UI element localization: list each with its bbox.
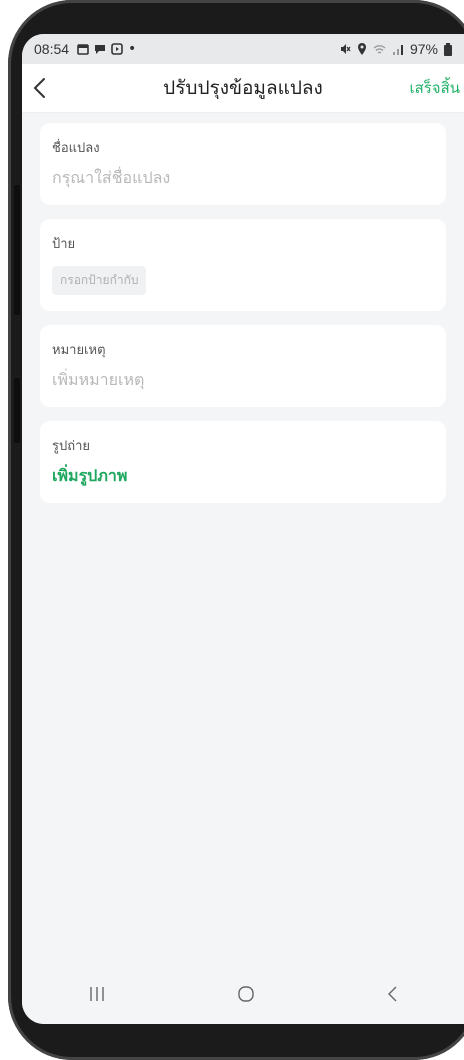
status-right: 97% xyxy=(339,41,452,57)
location-icon xyxy=(357,43,366,55)
recent-apps-icon[interactable] xyxy=(87,985,107,1003)
battery-percent: 97% xyxy=(409,41,438,57)
page-title: ปรับปรุงข้อมูลแปลง xyxy=(163,77,323,99)
calendar-icon xyxy=(77,44,89,55)
battery-icon xyxy=(444,42,452,56)
plot-name-label: ชื่อแปลง xyxy=(52,141,100,156)
volume-button xyxy=(14,185,20,315)
back-icon[interactable] xyxy=(385,984,399,1004)
photo-label: รูปถ่าย xyxy=(52,439,91,454)
form-content: ชื่อแปลง กรุณาใส่ชื่อแปลง ป้าย กรอกป้ายก… xyxy=(22,113,464,503)
signal-icon xyxy=(392,44,403,55)
status-notification-icons: • xyxy=(77,41,136,57)
note-input[interactable]: เพิ่มหมายเหตุ xyxy=(52,368,434,393)
more-dot-icon: • xyxy=(128,41,137,57)
wifi-icon xyxy=(373,44,386,54)
chat-icon xyxy=(95,45,106,54)
status-bar: 08:54 • 97% xyxy=(22,34,464,64)
power-button xyxy=(14,378,20,443)
tag-label: ป้าย xyxy=(52,237,76,252)
photo-card: รูปถ่าย เพิ่มรูปภาพ xyxy=(40,421,446,503)
media-icon xyxy=(111,43,123,55)
mute-icon xyxy=(340,44,351,54)
done-button[interactable]: เสร็จสิ้น xyxy=(409,76,464,100)
navigation-bar: ปรับปรุงข้อมูลแปลง เสร็จสิ้น xyxy=(22,64,464,113)
back-button[interactable] xyxy=(22,77,62,99)
status-time: 08:54 xyxy=(34,41,70,57)
app-screen: 08:54 • 97% ปรับปรุงข้อมูลแปลง เสร็จสิ้น… xyxy=(22,34,464,1024)
add-tag-button[interactable]: กรอกป้ายกำกับ xyxy=(52,266,147,295)
home-icon[interactable] xyxy=(236,984,256,1004)
plot-name-card: ชื่อแปลง กรุณาใส่ชื่อแปลง xyxy=(40,123,446,205)
add-photo-button[interactable]: เพิ่มรูปภาพ xyxy=(52,464,434,489)
tag-card: ป้าย กรอกป้ายกำกับ xyxy=(40,219,446,311)
chevron-left-icon xyxy=(33,78,45,98)
system-navigation-bar xyxy=(22,964,464,1024)
note-label: หมายเหตุ xyxy=(52,343,106,358)
plot-name-input[interactable]: กรุณาใส่ชื่อแปลง xyxy=(52,166,434,191)
note-card: หมายเหตุ เพิ่มหมายเหตุ xyxy=(40,325,446,407)
